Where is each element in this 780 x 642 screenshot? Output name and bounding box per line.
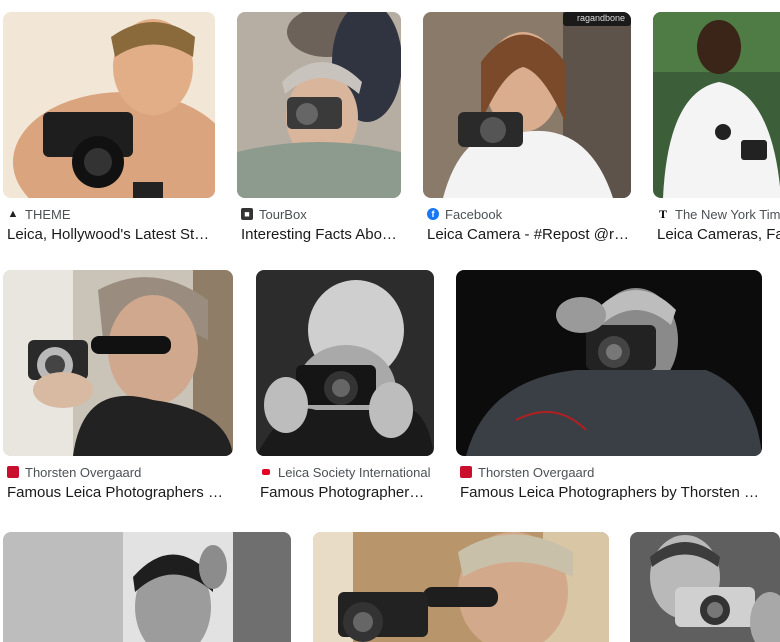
result-title[interactable]: Famous Leica Photographers … [7, 484, 233, 502]
source-name: The New York Tim [675, 206, 780, 222]
theme-icon: ▲ [7, 208, 19, 220]
source-name: TourBox [259, 206, 307, 222]
result-thumbnail[interactable] [256, 270, 434, 456]
nyt-icon: T [657, 206, 669, 221]
result-thumbnail[interactable] [313, 532, 609, 642]
result-source[interactable]: Thorsten Overgaard [460, 464, 594, 480]
source-name: Thorsten Overgaard [25, 464, 142, 480]
result-title[interactable]: Leica Cameras, Fa [657, 226, 780, 244]
result-thumbnail[interactable] [630, 532, 780, 642]
result-card[interactable]: Thorsten Overgaard Famous Leica Photogra… [3, 270, 233, 506]
result-card[interactable]: ■ TourBox Interesting Facts Abo… [237, 12, 401, 248]
result-thumbnail[interactable] [3, 270, 233, 456]
source-name: Facebook [445, 206, 503, 222]
result-source[interactable]: Leica Society International [260, 464, 430, 480]
result-title[interactable]: Leica, Hollywood's Latest St… [7, 226, 215, 244]
result-title[interactable]: Famous Photographer… [260, 484, 430, 502]
result-card[interactable]: T The New York Tim Leica Cameras, Fa [653, 12, 780, 248]
result-source[interactable]: f Facebook [427, 206, 502, 222]
tourbox-icon: ■ [241, 208, 253, 220]
result-thumbnail[interactable] [3, 12, 215, 198]
result-card[interactable]: Leica Society International Famous Photo… [256, 270, 434, 506]
result-source[interactable]: T The New York Tim [657, 206, 780, 222]
source-name: THEME [25, 206, 71, 222]
result-thumbnail[interactable] [3, 532, 291, 642]
source-name: Leica Society International [278, 464, 431, 480]
result-card[interactable]: ragandbone f Facebook Leica Camera - #Re… [423, 12, 631, 248]
result-source[interactable]: ■ TourBox [241, 206, 307, 222]
facebook-icon: f [427, 208, 439, 220]
source-name: Thorsten Overgaard [478, 464, 595, 480]
result-thumbnail[interactable] [237, 12, 401, 198]
result-card[interactable] [630, 532, 780, 642]
result-card[interactable] [313, 532, 609, 642]
result-title[interactable]: Famous Leica Photographers by Thorsten … [460, 484, 762, 502]
result-title[interactable]: Interesting Facts Abo… [241, 226, 401, 244]
thorsten-icon [7, 466, 19, 478]
result-card[interactable] [3, 532, 291, 642]
image-results-grid: ▲ THEME Leica, Hollywood's Latest St… ■ … [0, 0, 780, 642]
result-title[interactable]: Leica Camera - #Repost @r… [427, 226, 631, 244]
result-thumbnail[interactable]: ragandbone [423, 12, 631, 198]
leica-society-icon [260, 466, 272, 478]
result-card[interactable]: ▲ THEME Leica, Hollywood's Latest St… [3, 12, 215, 248]
result-card[interactable]: Thorsten Overgaard Famous Leica Photogra… [456, 270, 762, 506]
result-source[interactable]: ▲ THEME [7, 206, 71, 222]
result-thumbnail[interactable] [653, 12, 780, 198]
thorsten-icon [460, 466, 472, 478]
result-source[interactable]: Thorsten Overgaard [7, 464, 141, 480]
result-thumbnail[interactable] [456, 270, 762, 456]
watermark-text: ragandbone [576, 13, 625, 23]
